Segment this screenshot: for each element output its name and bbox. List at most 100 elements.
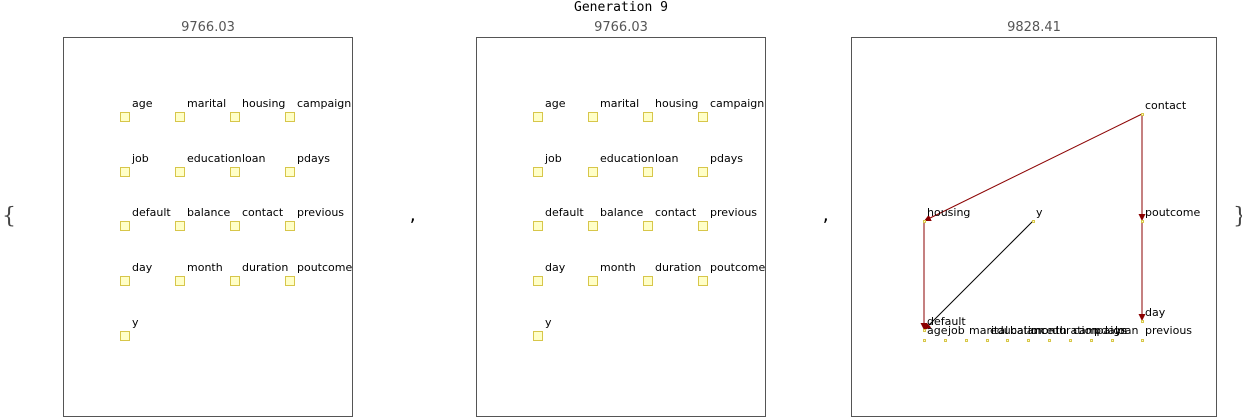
node-job [944, 339, 947, 342]
node-job [120, 167, 130, 177]
node-contact [1141, 113, 1144, 116]
open-brace: { [2, 204, 16, 229]
node-education [175, 167, 185, 177]
node-label-duration: duration [655, 261, 702, 274]
node-label-contact: contact [242, 206, 284, 219]
node-label-y: y [545, 316, 552, 329]
node-y [120, 331, 130, 341]
node-label-y: y [132, 316, 139, 329]
panel-1-graph: age marital housing campaign job education loa… [63, 37, 353, 417]
node-housing [923, 220, 926, 223]
node-marital [965, 339, 968, 342]
node-default [923, 329, 926, 332]
node-housing [643, 112, 653, 122]
node-label-month: month [187, 261, 223, 274]
node-education [986, 339, 989, 342]
node-label-job: job [132, 152, 149, 165]
node-label-age: age [927, 324, 948, 337]
node-label-contact: contact [655, 206, 697, 219]
node-month [588, 276, 598, 286]
comma-separator-1: , [408, 206, 418, 225]
node-y [533, 331, 543, 341]
node-label-job: job [545, 152, 562, 165]
node-previous [698, 221, 708, 231]
node-campaign [1069, 339, 1072, 342]
node-day [1141, 320, 1144, 323]
node-y [1032, 220, 1035, 223]
node-loan [1111, 339, 1114, 342]
node-label-default: default [132, 206, 171, 219]
node-label-poutcome: poutcome [710, 261, 766, 274]
node-campaign [285, 112, 295, 122]
node-label-housing: housing [927, 206, 971, 219]
node-loan [643, 167, 653, 177]
node-default [533, 221, 543, 231]
node-campaign [698, 112, 708, 122]
node-marital [175, 112, 185, 122]
node-label-balance: balance [187, 206, 231, 219]
panel-2-graph: age marital housing campaign job education loa… [476, 37, 766, 417]
node-label-age: age [545, 97, 566, 110]
node-day [120, 276, 130, 286]
panel-3-score: 9828.41 [1007, 20, 1061, 35]
node-label-housing: housing [655, 97, 699, 110]
node-label-education: education [600, 152, 655, 165]
panel-3-edges [920, 113, 1146, 331]
node-label-loan: loan [242, 152, 266, 165]
node-label-previous: previous [710, 206, 758, 219]
node-label-day: day [545, 261, 566, 274]
node-marital [588, 112, 598, 122]
node-age [533, 112, 543, 122]
node-day [533, 276, 543, 286]
node-label-poutcome: poutcome [1145, 206, 1201, 219]
node-previous [285, 221, 295, 231]
node-balance [1006, 339, 1009, 342]
node-duration [643, 276, 653, 286]
node-loan [230, 167, 240, 177]
node-label-marital: marital [600, 97, 640, 110]
node-housing [230, 112, 240, 122]
edge-y-to-default [923, 220, 1034, 331]
node-pdays [698, 167, 708, 177]
node-label-marital: marital [187, 97, 227, 110]
node-job [533, 167, 543, 177]
panel-1-score: 9766.03 [181, 20, 235, 35]
node-label-pdays: pdays [297, 152, 330, 165]
generation-title: Generation 9 [574, 0, 668, 15]
node-contact [643, 221, 653, 231]
node-contact [230, 221, 240, 231]
node-poutcome [1141, 220, 1144, 223]
node-label-duration: duration [242, 261, 289, 274]
panel-3-graph: contact housing y poutcome default day age job m… [851, 37, 1217, 417]
node-label-loan: loan [655, 152, 679, 165]
node-label-education: education [187, 152, 242, 165]
node-balance [588, 221, 598, 231]
node-previous [1141, 339, 1144, 342]
comma-separator-2: , [821, 206, 831, 225]
edge-contact-to-housing [923, 113, 1143, 222]
node-label-poutcome: poutcome [297, 261, 353, 274]
panel-2-score: 9766.03 [594, 20, 648, 35]
node-label-age: age [132, 97, 153, 110]
node-label-month: month [600, 261, 636, 274]
node-label-day: day [1145, 306, 1166, 319]
node-label-loan: loan [1115, 324, 1139, 337]
node-age [120, 112, 130, 122]
node-label-balance: balance [600, 206, 644, 219]
node-label-campaign: campaign [710, 97, 765, 110]
node-label-campaign: campaign [297, 97, 352, 110]
node-label-previous: previous [297, 206, 345, 219]
node-duration [230, 276, 240, 286]
node-label-pdays: pdays [710, 152, 743, 165]
node-label-day: day [132, 261, 153, 274]
node-balance [175, 221, 185, 231]
node-duration [1048, 339, 1051, 342]
node-label-contact: contact [1145, 99, 1187, 112]
node-poutcome [698, 276, 708, 286]
node-label-y: y [1036, 206, 1043, 219]
node-default [120, 221, 130, 231]
close-brace: } [1233, 204, 1242, 229]
node-label-housing: housing [242, 97, 286, 110]
node-month [175, 276, 185, 286]
node-age [923, 339, 926, 342]
